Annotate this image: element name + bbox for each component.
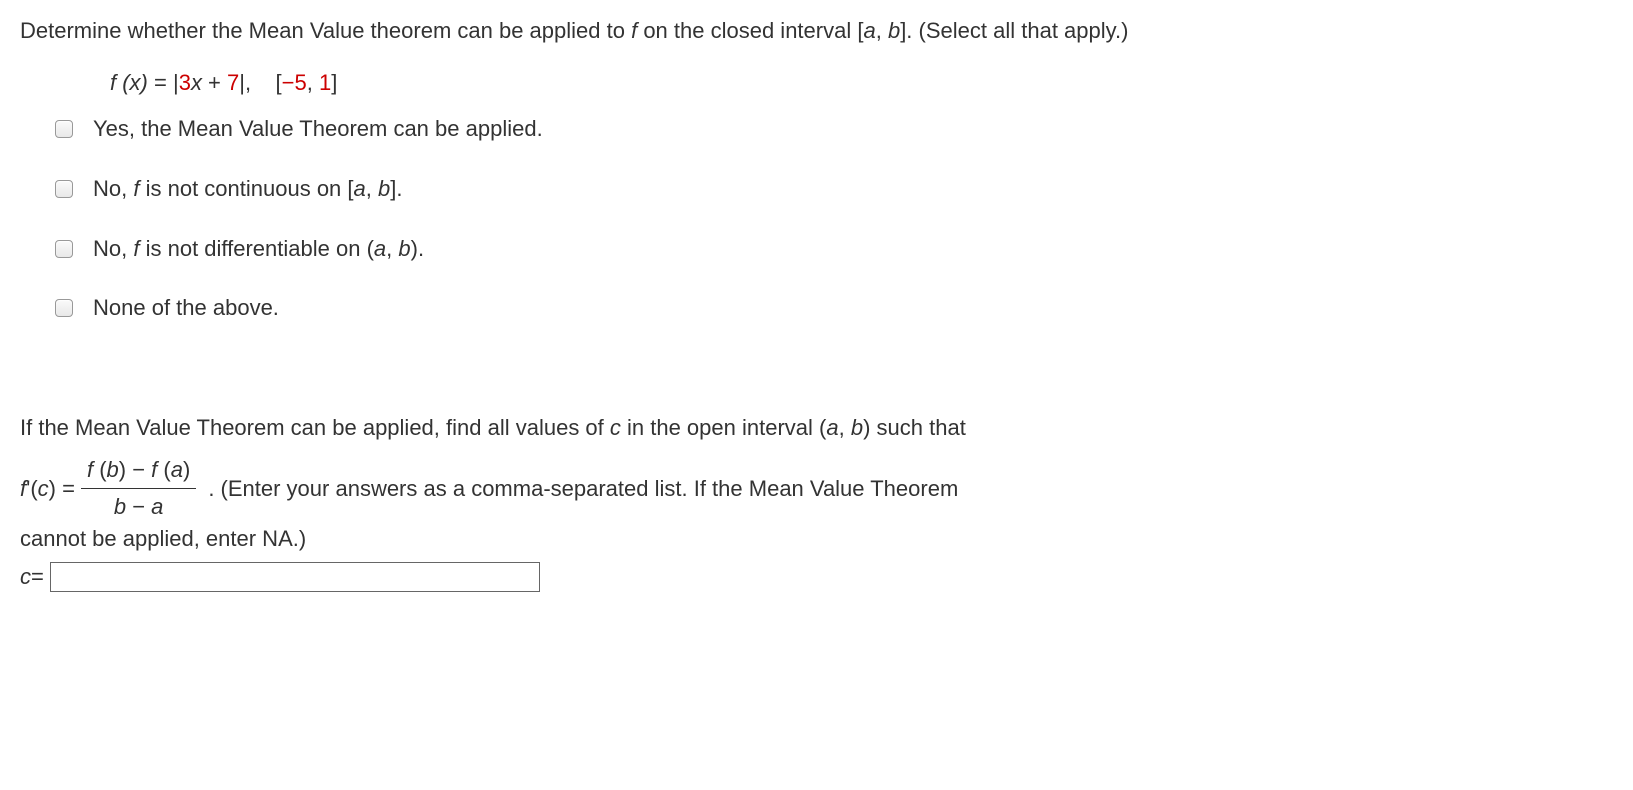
q2-part1: If the Mean Value Theorem can be applied… xyxy=(20,415,610,440)
opt2-comma: , xyxy=(366,176,378,201)
q2-comma: , xyxy=(839,415,851,440)
q2-var-c: c xyxy=(610,415,621,440)
answer-line: c = xyxy=(20,561,1613,593)
fn-lhs: f (x) xyxy=(110,70,154,95)
prompt-var-a: a xyxy=(863,18,875,43)
num-minus: − xyxy=(126,457,151,482)
options-group: Yes, the Mean Value Theorem can be appli… xyxy=(55,113,1613,325)
formula-denominator: b − a xyxy=(108,489,170,523)
option-label-2: No, f is not continuous on [a, b]. xyxy=(93,173,402,205)
opt3-mid: is not differentiable on ( xyxy=(139,236,373,261)
formula-fraction: f (b) − f (a) b − a xyxy=(81,454,196,523)
num-open1: ( xyxy=(99,457,106,482)
opt3-comma: , xyxy=(386,236,398,261)
num-close1: ) xyxy=(119,457,126,482)
option-label-3: No, f is not differentiable on (a, b). xyxy=(93,233,424,265)
question-prompt: Determine whether the Mean Value theorem… xyxy=(20,15,1613,47)
opt2-mid: is not continuous on [ xyxy=(139,176,353,201)
opt3-end: ). xyxy=(411,236,424,261)
den-a: a xyxy=(151,494,163,519)
answer-label-c: c xyxy=(20,561,31,593)
fn-plus: + xyxy=(202,70,227,95)
function-definition: f (x) = |3x + 7|, [−5, 1] xyxy=(110,67,1613,99)
fn-interval-comma: , xyxy=(307,70,319,95)
option-row: No, f is not differentiable on (a, b). xyxy=(55,233,1613,265)
formula-trail-text: . (Enter your answers as a comma-separat… xyxy=(208,473,958,505)
opt2-pre: No, xyxy=(93,176,133,201)
opt2-var-b: b xyxy=(378,176,390,201)
prompt-var-b: b xyxy=(888,18,900,43)
opt3-var-a: a xyxy=(374,236,386,261)
q2-part2: in the open interval ( xyxy=(621,415,826,440)
formula-lhs-prime: '( xyxy=(26,473,38,505)
second-question-text: If the Mean Value Theorem can be applied… xyxy=(20,412,1613,444)
checkbox-option-3[interactable] xyxy=(55,240,73,258)
answer-input-c[interactable] xyxy=(50,562,540,592)
fn-interval-neg5: −5 xyxy=(282,70,307,95)
opt3-var-b: b xyxy=(398,236,410,261)
opt2-end: ]. xyxy=(390,176,402,201)
option-row: None of the above. xyxy=(55,292,1613,324)
den-b: b xyxy=(114,494,126,519)
fn-abs-close: |, xyxy=(239,70,251,95)
option-label-4: None of the above. xyxy=(93,292,279,324)
opt3-pre: No, xyxy=(93,236,133,261)
fn-spacer xyxy=(251,70,275,95)
option-row: Yes, the Mean Value Theorem can be appli… xyxy=(55,113,1613,145)
fn-var-x: x xyxy=(191,70,202,95)
fn-coef-7: 7 xyxy=(227,70,239,95)
q2-var-a: a xyxy=(826,415,838,440)
opt2-var-a: a xyxy=(354,176,366,201)
fn-interval-close: ] xyxy=(331,70,337,95)
fn-equals: = | xyxy=(154,70,179,95)
num-a: a xyxy=(171,457,183,482)
den-minus: − xyxy=(126,494,151,519)
formula-lhs-close: ) = xyxy=(49,473,75,505)
num-open2: ( xyxy=(163,457,170,482)
formula: f '(c) = f (b) − f (a) b − a xyxy=(20,454,202,523)
prompt-text-1: Determine whether the Mean Value theorem… xyxy=(20,18,631,43)
option-row: No, f is not continuous on [a, b]. xyxy=(55,173,1613,205)
num-f1: f xyxy=(87,457,99,482)
num-close2: ) xyxy=(183,457,190,482)
option-label-1: Yes, the Mean Value Theorem can be appli… xyxy=(93,113,543,145)
q2-part3: ) such that xyxy=(863,415,966,440)
answer-label-eq: = xyxy=(31,561,44,593)
num-f2: f xyxy=(151,457,163,482)
prompt-text-3: ]. (Select all that apply.) xyxy=(900,18,1128,43)
formula-lhs-c: c xyxy=(38,473,49,505)
prompt-text-2: on the closed interval [ xyxy=(637,18,863,43)
q2-var-b: b xyxy=(851,415,863,440)
checkbox-option-2[interactable] xyxy=(55,180,73,198)
formula-line-2: cannot be applied, enter NA.) xyxy=(20,523,1613,555)
fn-coef-3: 3 xyxy=(179,70,191,95)
checkbox-option-1[interactable] xyxy=(55,120,73,138)
checkbox-option-4[interactable] xyxy=(55,299,73,317)
num-b: b xyxy=(107,457,119,482)
formula-numerator: f (b) − f (a) xyxy=(81,454,196,489)
formula-line: f '(c) = f (b) − f (a) b − a . (Enter yo… xyxy=(20,454,1613,523)
prompt-comma: , xyxy=(876,18,888,43)
fn-interval-1: 1 xyxy=(319,70,331,95)
